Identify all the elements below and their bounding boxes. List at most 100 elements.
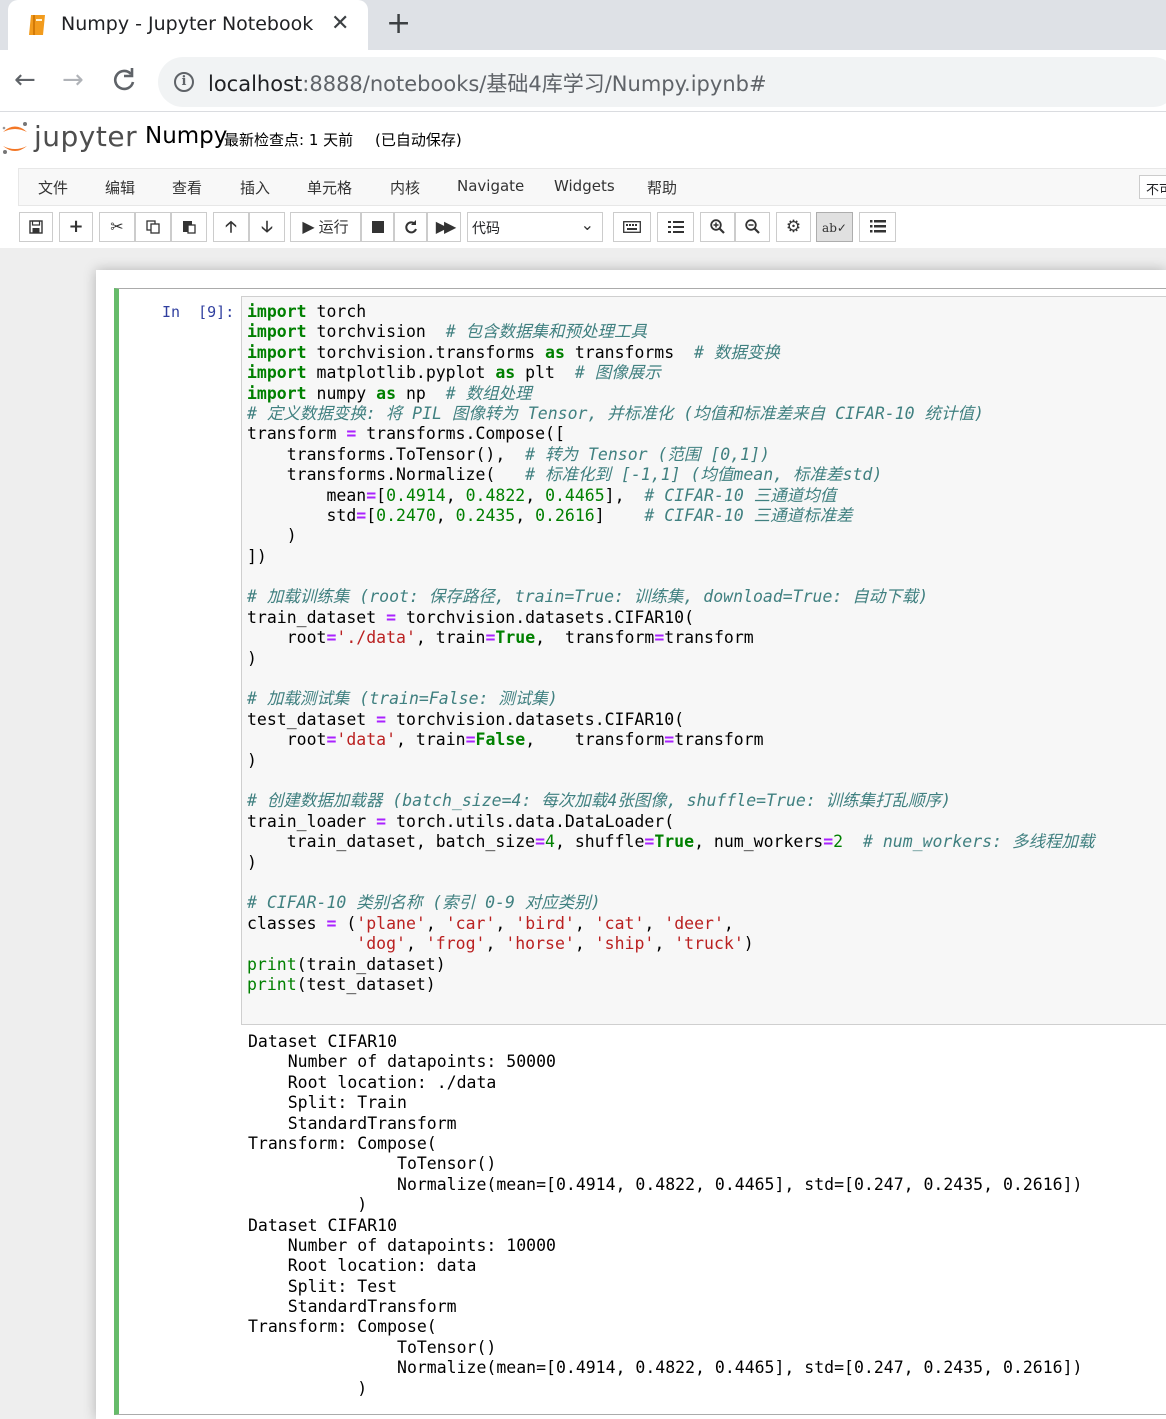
output-line: ) [248,1195,368,1215]
code-token: torchvision.datasets.CIFAR10( [396,607,695,627]
menu-file[interactable]: 文件 [38,177,68,198]
code-line: mean=[0.4914, 0.4822, 0.4465], # CIFAR-1… [247,486,1094,506]
url-text[interactable]: localhost:8888/notebooks/基础4库学习/Numpy.ip… [208,68,767,98]
code-token: , [654,934,675,954]
code-token: plt [515,363,575,383]
main-toolbar: + ✂ 🡡 🡣 ▶ 运行 ▶▶ 代码 ⌄ ⚙ ab✓ [0,206,1166,248]
jupyter-wordmark[interactable]: jupyter [34,120,137,153]
code-line: # CIFAR-10 类别名称 (索引 0-9 对应类别) [247,893,1094,913]
forward-arrow-icon[interactable]: → [62,63,84,97]
code-line: # 创建数据加载器 (batch_size=4: 每次加载4张图像, shuff… [247,791,1094,811]
code-token: , [495,913,516,933]
move-down-button[interactable]: 🡣 [249,212,285,242]
code-token: [ [376,485,387,505]
list-button[interactable] [859,212,896,242]
menu-help[interactable]: 帮助 [647,177,677,198]
code-token: = [386,607,397,627]
tab-title: Numpy - Jupyter Notebook [61,13,314,35]
code-token: 0.4465 [545,485,605,505]
restart-icon [404,220,417,234]
code-token: # CIFAR-10 三通道标准差 [644,505,853,525]
code-token: , [445,485,466,505]
run-button[interactable]: ▶ 运行 [290,212,361,242]
jupyter-logo-icon[interactable] [0,118,30,158]
output-line: Dataset CIFAR10 [248,1032,398,1051]
code-line: print(train_dataset) [247,955,1094,975]
move-up-button[interactable]: 🡡 [213,212,249,242]
code-token: train_dataset, batch_size [247,832,536,852]
code-token: = [326,913,337,933]
insert-cell-button[interactable]: + [59,212,93,242]
interrupt-button[interactable] [361,212,394,242]
code-token: './data' [336,628,416,648]
output-line: Dataset CIFAR10 [248,1215,398,1235]
new-tab-plus-icon[interactable]: + [386,6,411,41]
code-token: root [247,730,327,750]
reload-icon[interactable] [111,63,137,97]
code-token: = [356,505,367,525]
plus-icon: + [68,216,84,237]
code-token: ) [247,648,257,668]
code-line: # 定义数据变换: 将 PIL 图像转为 Tensor, 并标准化 (均值和标准… [247,404,1094,424]
code-token: np [396,383,446,403]
code-token: 'ship' [594,934,655,954]
menubar: 文件 编辑 查看 插入 单元格 内核 Navigate Widgets 帮助 不… [18,168,1166,206]
toc-button[interactable] [657,212,694,242]
settings-button[interactable]: ⚙ [776,212,811,242]
code-line: std=[0.2470, 0.2435, 0.2616] # CIFAR-10 … [247,506,1094,526]
browser-toolbar: ← → i localhost:8888/notebooks/基础4库学习/Nu… [0,50,1166,112]
browser-tab[interactable]: Numpy - Jupyter Notebook ✕ [8,0,368,50]
code-token: train_loader [247,811,377,831]
paste-cell-button[interactable] [171,212,207,242]
code-token: transform [674,730,764,750]
menu-view[interactable]: 查看 [172,177,202,198]
notebook-name[interactable]: Numpy [145,123,227,149]
code-token: 0.2435 [455,505,516,525]
save-button[interactable] [19,212,53,242]
zoom-out-icon [745,219,760,234]
code-token: , transform [525,730,665,750]
code-token: 'frog' [425,934,486,954]
menu-edit[interactable]: 编辑 [105,177,135,198]
menu-insert[interactable]: 插入 [240,177,270,198]
code-token: (test_dataset) [296,974,436,994]
zoom-in-button[interactable] [700,212,735,242]
restart-run-all-button[interactable]: ▶▶ [427,212,461,242]
menu-navigate[interactable]: Navigate [457,177,524,195]
restart-button[interactable] [394,212,427,242]
site-info-icon[interactable]: i [174,72,194,92]
code-line: ) [247,751,1094,771]
code-token: 'horse' [505,934,575,954]
code-token: False [475,730,526,750]
url-path: :8888/notebooks/基础4库学习/Numpy.ipynb# [302,72,767,96]
output-line: Transform: Compose( [248,1317,437,1337]
code-line: import matplotlib.pyplot as plt # 图像展示 [247,363,1094,383]
cut-cell-button[interactable]: ✂ [99,212,135,242]
address-bar[interactable]: i localhost:8888/notebooks/基础4库学习/Numpy.… [158,57,1166,107]
menu-kernel[interactable]: 内核 [390,177,420,198]
command-palette-button[interactable] [613,212,651,242]
code-token: classes [247,913,327,933]
code-token: transforms.ToTensor(), [247,444,526,464]
menu-widgets[interactable]: Widgets [554,177,615,195]
code-line: ) [247,526,1094,546]
kernel-indicator[interactable]: 不可 [1139,175,1166,199]
menu-cell[interactable]: 单元格 [307,177,352,198]
copy-cell-button[interactable] [135,212,171,242]
jupyter-header: jupyter Numpy 最新检查点: 1 天前 (已自动保存) [0,112,1166,168]
code-token: 0.4914 [386,485,446,505]
spellcheck-button[interactable]: ab✓ [816,212,853,242]
code-token: # 包含数据集和预处理工具 [445,322,648,342]
numbered-list-icon [667,221,684,233]
cell-type-select[interactable]: 代码 ⌄ [467,212,603,242]
tab-close-icon[interactable]: ✕ [331,11,349,36]
zoom-out-button[interactable] [735,212,770,242]
code-editor[interactable]: import torch import torchvision # 包含数据集和预… [247,302,1094,995]
code-token: = [346,424,357,444]
code-line: train_dataset = torchvision.datasets.CIF… [247,608,1094,628]
autosave-status: (已自动保存) [375,131,462,149]
checkpoint-status: 最新检查点: 1 天前 [224,131,354,149]
back-arrow-icon[interactable]: ← [14,63,36,97]
